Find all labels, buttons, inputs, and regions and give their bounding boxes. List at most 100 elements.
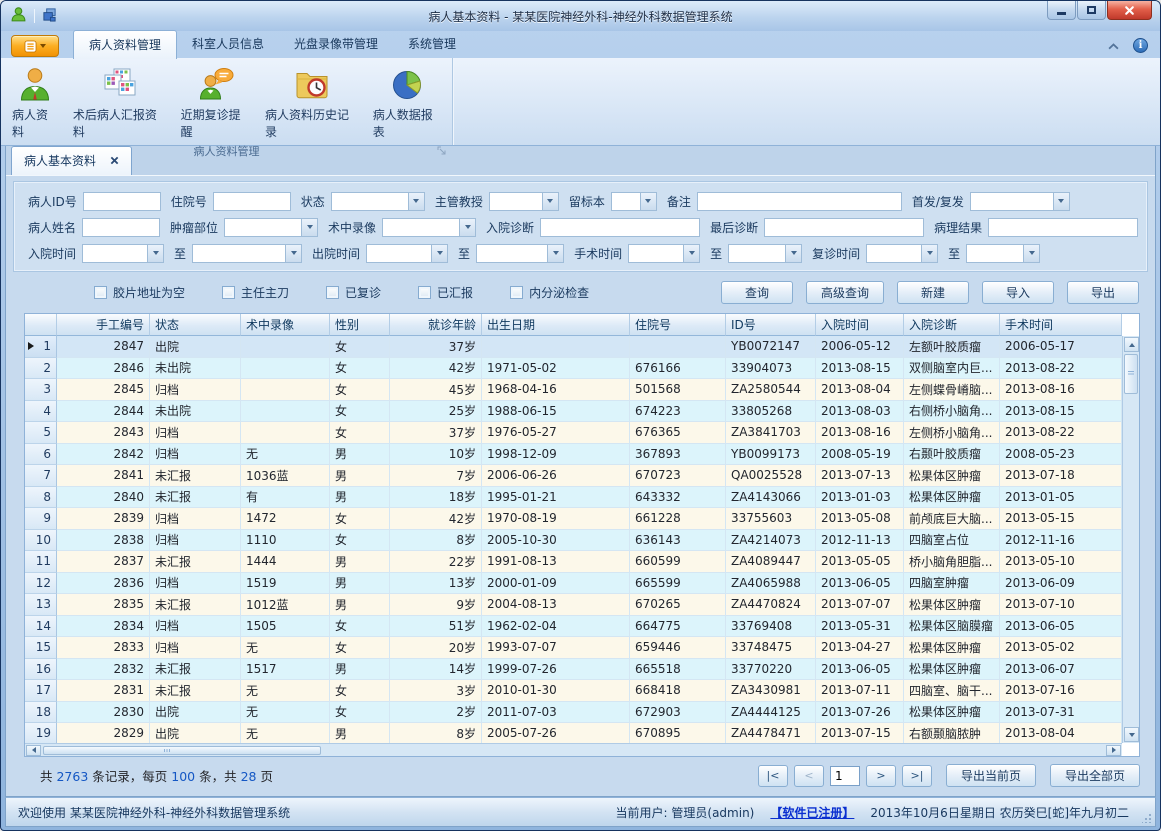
- horizontal-scrollbar[interactable]: [25, 743, 1122, 756]
- chevron-down-icon[interactable]: [459, 219, 475, 236]
- ribbon-button[interactable]: 近期复诊提醒: [174, 61, 258, 142]
- export-current-page-button[interactable]: 导出当前页: [946, 764, 1036, 787]
- filter-input[interactable]: [697, 192, 902, 211]
- column-header[interactable]: 状态: [150, 314, 241, 336]
- column-header[interactable]: 出生日期: [482, 314, 630, 336]
- export-button[interactable]: 导出: [1067, 281, 1139, 304]
- filter-checkbox[interactable]: 主任主刀: [222, 284, 289, 301]
- first-page-button[interactable]: |<: [758, 765, 788, 787]
- table-row[interactable]: 142834归档1505女51岁1962-02-0466477533769408…: [25, 616, 1122, 638]
- filter-combo[interactable]: [970, 192, 1070, 211]
- export-all-pages-button[interactable]: 导出全部页: [1050, 764, 1140, 787]
- table-row[interactable]: 152833归档无女20岁1993-07-0765944633748475201…: [25, 637, 1122, 659]
- table-row[interactable]: 162832未汇报1517男14岁1999-07-266655183377022…: [25, 659, 1122, 681]
- scroll-up-icon[interactable]: [1124, 337, 1139, 352]
- chevron-down-icon[interactable]: [1053, 193, 1069, 210]
- chevron-down-icon[interactable]: [542, 193, 558, 210]
- column-header[interactable]: 手工编号: [57, 314, 150, 336]
- advanced-query-button[interactable]: 高级查询: [806, 281, 884, 304]
- cascade-windows-icon[interactable]: [42, 7, 57, 25]
- filter-checkbox[interactable]: 已汇报: [418, 284, 473, 301]
- table-row[interactable]: 182830出院无女2岁2011-07-03672903ZA4444125201…: [25, 702, 1122, 724]
- filter-combo[interactable]: [866, 244, 938, 263]
- collapse-ribbon-icon[interactable]: [1108, 39, 1119, 53]
- column-header[interactable]: 术中录像: [241, 314, 330, 336]
- last-page-button[interactable]: >|: [902, 765, 932, 787]
- next-page-button[interactable]: >: [866, 765, 896, 787]
- minimize-icon[interactable]: [1047, 1, 1076, 20]
- filter-input[interactable]: [83, 192, 161, 211]
- column-header[interactable]: 就诊年龄: [390, 314, 482, 336]
- column-header[interactable]: 入院时间: [816, 314, 904, 336]
- horizontal-scroll-thumb[interactable]: [43, 746, 321, 755]
- chevron-down-icon[interactable]: [147, 245, 163, 262]
- chevron-down-icon[interactable]: [683, 245, 699, 262]
- chevron-down-icon[interactable]: [431, 245, 447, 262]
- chevron-down-icon[interactable]: [408, 193, 424, 210]
- import-button[interactable]: 导入: [982, 281, 1054, 304]
- chevron-down-icon[interactable]: [640, 193, 656, 210]
- ribbon-tab[interactable]: 光盘录像带管理: [279, 30, 393, 58]
- filter-combo[interactable]: [476, 244, 564, 263]
- table-row[interactable]: 122836归档1519男13岁2000-01-09665599ZA406598…: [25, 573, 1122, 595]
- scroll-left-icon[interactable]: [26, 745, 41, 756]
- table-row[interactable]: 172831未汇报无女3岁2010-01-30668418ZA343098120…: [25, 680, 1122, 702]
- scroll-right-icon[interactable]: [1106, 745, 1121, 756]
- ribbon-button[interactable]: 病人数据报表: [366, 61, 450, 142]
- column-header[interactable]: ID号: [726, 314, 816, 336]
- dialog-launcher-icon[interactable]: [436, 145, 448, 157]
- chevron-down-icon[interactable]: [1023, 245, 1039, 262]
- table-row[interactable]: 52843归档女37岁1976-05-27676365ZA38417032013…: [25, 422, 1122, 444]
- filter-checkbox[interactable]: 已复诊: [326, 284, 381, 301]
- ribbon-tab[interactable]: 系统管理: [393, 30, 471, 58]
- filter-combo[interactable]: [966, 244, 1040, 263]
- vertical-scroll-thumb[interactable]: [1124, 354, 1138, 394]
- chevron-down-icon[interactable]: [285, 245, 301, 262]
- table-row[interactable]: 12847出院女37岁YB00721472006-05-12左额叶胶质瘤2006…: [25, 336, 1122, 358]
- ribbon-tab[interactable]: 病人资料管理: [73, 30, 177, 59]
- column-header[interactable]: 住院号: [630, 314, 726, 336]
- filter-combo[interactable]: [366, 244, 448, 263]
- info-icon[interactable]: i: [1133, 38, 1148, 53]
- filter-input[interactable]: [82, 218, 160, 237]
- vertical-scrollbar[interactable]: [1122, 336, 1139, 743]
- filter-combo[interactable]: [628, 244, 700, 263]
- ribbon-button[interactable]: 术后病人汇报资料: [66, 61, 174, 142]
- chevron-down-icon[interactable]: [785, 245, 801, 262]
- resize-grip-icon[interactable]: [1142, 813, 1152, 823]
- column-header[interactable]: 性别: [330, 314, 390, 336]
- app-menu-button[interactable]: [11, 35, 59, 57]
- filter-input[interactable]: [540, 218, 700, 237]
- column-header[interactable]: 入院诊断: [904, 314, 1000, 336]
- table-row[interactable]: 92839归档1472女42岁1970-08-19661228337556032…: [25, 508, 1122, 530]
- column-header[interactable]: [25, 314, 57, 336]
- maximize-icon[interactable]: [1077, 1, 1106, 20]
- software-registered-link[interactable]: 【软件已注册】: [770, 804, 854, 821]
- filter-combo[interactable]: [82, 244, 164, 263]
- page-number-input[interactable]: [830, 766, 860, 786]
- filter-combo[interactable]: [489, 192, 559, 211]
- table-row[interactable]: 22846未出院女42岁1971-05-02676166339040732013…: [25, 358, 1122, 380]
- filter-input[interactable]: [764, 218, 924, 237]
- ribbon-button[interactable]: 病人资料: [5, 61, 66, 142]
- ribbon-tab[interactable]: 科室人员信息: [177, 30, 279, 58]
- table-row[interactable]: 82840未汇报有男18岁1995-01-21643332ZA414306620…: [25, 487, 1122, 509]
- new-button[interactable]: 新建: [897, 281, 969, 304]
- scroll-down-icon[interactable]: [1124, 727, 1139, 742]
- filter-input[interactable]: [988, 218, 1138, 237]
- filter-combo[interactable]: [192, 244, 302, 263]
- filter-combo[interactable]: [224, 218, 318, 237]
- filter-input[interactable]: [213, 192, 291, 211]
- table-row[interactable]: 42844未出院女25岁1988-06-15674223338052682013…: [25, 401, 1122, 423]
- chevron-down-icon[interactable]: [921, 245, 937, 262]
- query-button[interactable]: 查询: [721, 281, 793, 304]
- table-row[interactable]: 72841未汇报1036蓝男7岁2006-06-26670723QA002552…: [25, 465, 1122, 487]
- filter-checkbox[interactable]: 内分泌检查: [510, 284, 589, 301]
- table-row[interactable]: 132835未汇报1012蓝男9岁2004-08-13670265ZA44708…: [25, 594, 1122, 616]
- table-row[interactable]: 112837未汇报1444男22岁1991-08-13660599ZA40894…: [25, 551, 1122, 573]
- table-row[interactable]: 102838归档1110女8岁2005-10-30636143ZA4214073…: [25, 530, 1122, 552]
- ribbon-button[interactable]: 病人资料历史记录: [258, 61, 366, 142]
- filter-combo[interactable]: [382, 218, 476, 237]
- filter-combo[interactable]: [728, 244, 802, 263]
- filter-combo[interactable]: [331, 192, 425, 211]
